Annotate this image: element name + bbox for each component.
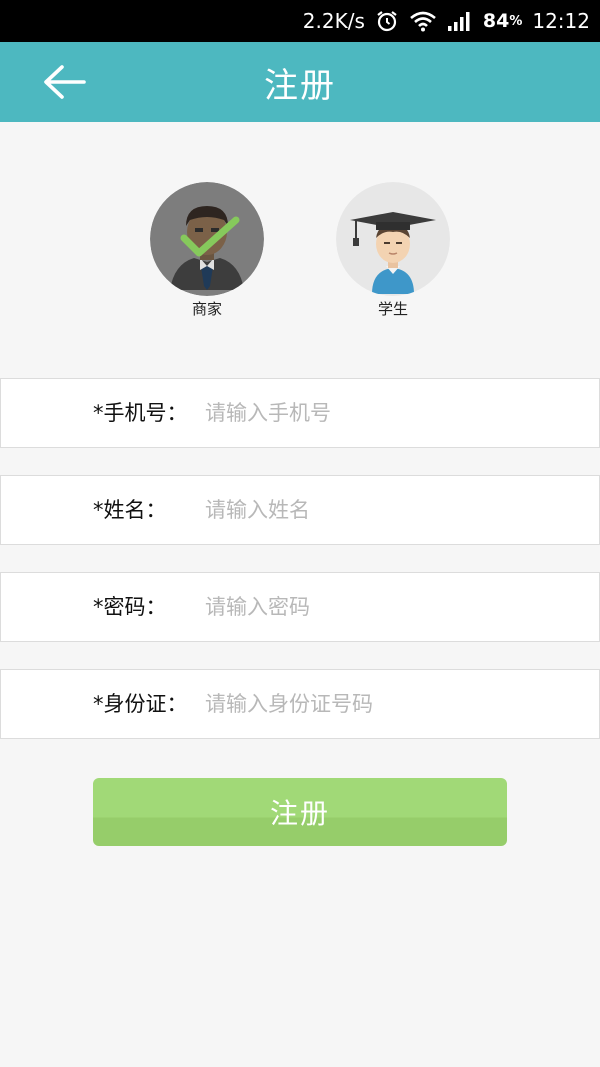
password-label: *密码： xyxy=(93,595,167,619)
back-button[interactable] xyxy=(38,60,90,104)
merchant-avatar xyxy=(150,182,264,296)
role-label-merchant: 商家 xyxy=(191,300,222,318)
id-card-field-row: *身份证： xyxy=(0,669,600,739)
name-field-row: *姓名： xyxy=(0,475,600,545)
name-input[interactable] xyxy=(205,490,585,530)
id-card-input[interactable] xyxy=(205,684,585,724)
password-field-row: *密码： xyxy=(0,572,600,642)
student-avatar xyxy=(336,182,450,296)
phone-input[interactable] xyxy=(205,393,585,433)
battery-level: 84% xyxy=(483,10,522,32)
net-speed: 2.2K/s xyxy=(302,9,365,33)
clock: 12:12 xyxy=(532,9,590,33)
phone-field-row: *手机号： xyxy=(0,378,600,448)
wifi-icon xyxy=(409,10,437,32)
status-bar: 2.2K/s 84% 12:12 xyxy=(0,0,600,42)
page-title: 注册 xyxy=(264,65,336,106)
name-label: *姓名： xyxy=(93,498,167,522)
register-button[interactable]: 注册 xyxy=(93,778,507,846)
battery-value: 84 xyxy=(482,10,510,32)
signal-icon xyxy=(447,10,473,32)
role-option-merchant[interactable]: 商家 xyxy=(150,182,264,318)
password-input[interactable] xyxy=(205,587,585,627)
app-header: 注册 xyxy=(0,42,600,122)
phone-label: *手机号： xyxy=(93,401,188,425)
arrow-left-icon xyxy=(44,65,86,99)
businessman-icon xyxy=(150,182,264,296)
id-card-label: *身份证： xyxy=(93,692,188,716)
role-label-student: 学生 xyxy=(377,300,408,318)
battery-unit: % xyxy=(509,13,523,29)
role-option-student[interactable]: 学生 xyxy=(336,182,450,318)
alarm-icon xyxy=(375,9,399,33)
student-graduate-icon xyxy=(336,182,450,296)
